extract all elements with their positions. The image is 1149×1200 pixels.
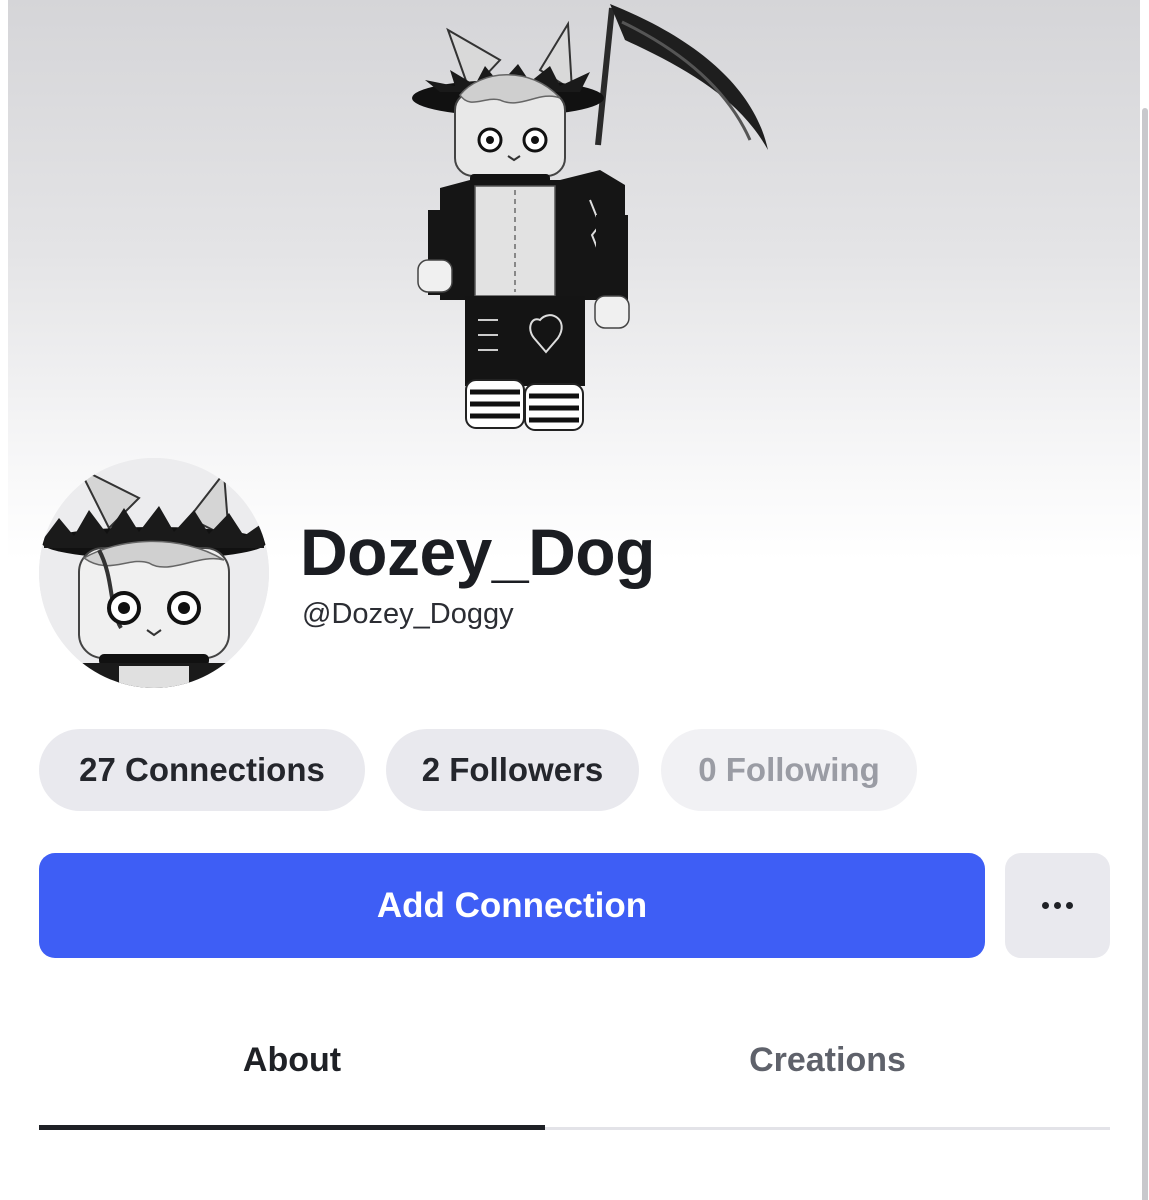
username: @Dozey_Doggy <box>302 598 514 630</box>
avatar-headshot[interactable] <box>39 458 269 688</box>
display-name: Dozey_Dog <box>300 515 655 589</box>
tab-about[interactable]: About <box>39 1030 545 1090</box>
followers-count-button[interactable]: 2 Followers <box>386 729 639 811</box>
scrollbar[interactable] <box>1140 0 1149 1200</box>
avatar-3d-image <box>412 4 768 431</box>
scrollbar-thumb[interactable] <box>1142 108 1148 1200</box>
following-count-button[interactable]: 0 Following <box>661 729 917 811</box>
tab-active-indicator <box>39 1125 545 1130</box>
headshot-image <box>39 458 269 688</box>
ellipsis-icon <box>1042 902 1073 909</box>
connections-count-button[interactable]: 27 Connections <box>39 729 365 811</box>
profile-page: Dozey_Dog @Dozey_Doggy 27 Connections 2 … <box>0 0 1149 1200</box>
tab-creations[interactable]: Creations <box>545 1030 1110 1090</box>
add-connection-button[interactable]: Add Connection <box>39 853 985 958</box>
more-options-button[interactable] <box>1005 853 1110 958</box>
